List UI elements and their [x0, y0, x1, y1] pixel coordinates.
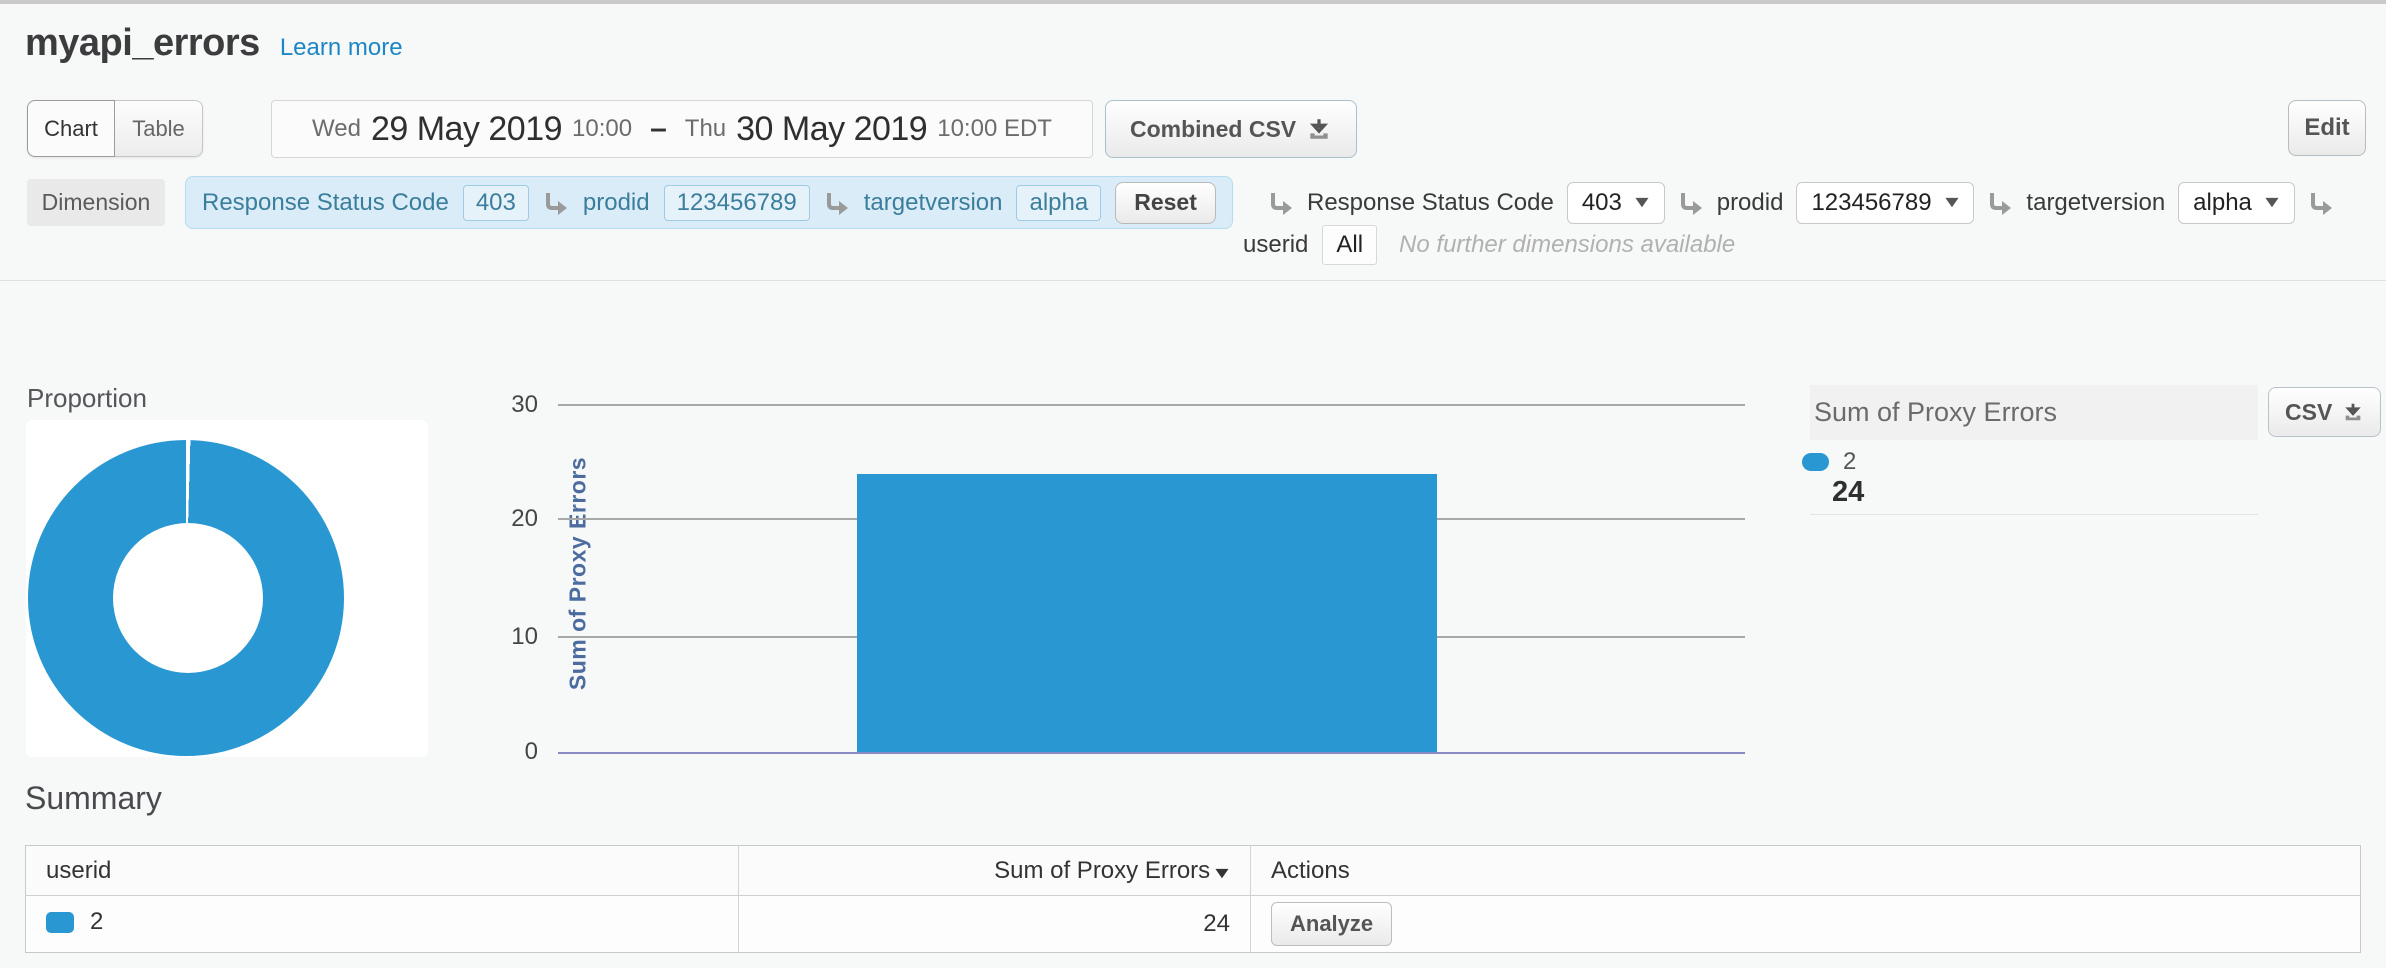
analyze-button[interactable]: Analyze — [1271, 902, 1392, 946]
legend-header: Sum of Proxy Errors — [1810, 385, 2258, 440]
combined-csv-button[interactable]: Combined CSV — [1105, 100, 1357, 158]
level-down-arrow-icon — [543, 190, 569, 216]
selector-dim-name: targetversion — [2026, 189, 2165, 217]
reset-button[interactable]: Reset — [1115, 182, 1216, 224]
edit-label: Edit — [2304, 114, 2349, 142]
start-day: Wed — [312, 115, 361, 143]
bar-userid-2[interactable] — [857, 474, 1437, 752]
download-icon — [2342, 401, 2364, 423]
next-dimension-row: userid All No further dimensions availab… — [1243, 222, 1735, 268]
view-toggle: Chart Table — [27, 100, 203, 157]
legend-divider — [1810, 514, 2258, 515]
tab-table[interactable]: Table — [115, 100, 203, 157]
legend-entry[interactable]: 2 — [1802, 448, 1856, 476]
next-dim-name: userid — [1243, 231, 1308, 259]
col-header-actions: Actions — [1251, 846, 2361, 896]
col-header-sum-label: Sum of Proxy Errors — [994, 857, 1210, 884]
top-strip — [0, 0, 2386, 4]
y-tick-0: 0 — [478, 738, 538, 766]
no-more-dimensions-text: No further dimensions available — [1399, 231, 1735, 259]
series-swatch — [46, 912, 74, 933]
analyze-label: Analyze — [1290, 911, 1373, 937]
gridline-30 — [558, 404, 1745, 406]
x-axis-baseline — [558, 752, 1745, 754]
date-range-separator: – — [650, 112, 667, 146]
csv-button[interactable]: CSV — [2268, 387, 2381, 437]
legend-entry-value: 24 — [1832, 476, 1864, 509]
chevron-down-icon: ▼ — [1631, 194, 1653, 212]
dimension-label: Dimension — [27, 179, 165, 226]
proportion-title: Proportion — [27, 383, 147, 414]
cell-actions: Analyze — [1251, 896, 2361, 953]
start-date: 29 May 2019 — [371, 110, 562, 149]
level-down-arrow-icon — [2308, 190, 2334, 216]
chevron-down-icon: ▼ — [1940, 194, 1962, 212]
proportion-card — [26, 420, 428, 757]
selector-dim-value: 123456789 — [1811, 189, 1931, 217]
next-dim-value: All — [1336, 231, 1363, 258]
selector-dropdown-response-status-code[interactable]: 403 ▼ — [1567, 182, 1665, 224]
donut-hole — [113, 523, 263, 673]
col-header-sum[interactable]: Sum of Proxy Errors▼ — [739, 846, 1251, 896]
tab-chart[interactable]: Chart — [27, 100, 115, 157]
legend-swatch — [1802, 453, 1829, 471]
start-time: 10:00 — [572, 115, 632, 143]
report-header: myapi_errors Learn more — [25, 22, 403, 65]
end-date: 30 May 2019 — [736, 110, 927, 149]
y-tick-10: 10 — [478, 623, 538, 651]
report-page: myapi_errors Learn more Chart Table Wed … — [0, 0, 2386, 968]
download-icon — [1306, 116, 1332, 142]
level-down-arrow-icon — [1268, 190, 1294, 216]
chevron-down-icon: ▼ — [2261, 194, 2283, 212]
applied-dim-value[interactable]: 123456789 — [664, 185, 810, 221]
cell-sum: 24 — [739, 896, 1251, 953]
sort-desc-icon: ▼ — [1211, 865, 1233, 883]
table-header-row: userid Sum of Proxy Errors▼ Actions — [26, 846, 2361, 896]
userid-value: 2 — [90, 908, 103, 936]
date-range-picker[interactable]: Wed 29 May 2019 10:00 – Thu 30 May 2019 … — [271, 100, 1093, 158]
end-day: Thu — [685, 115, 726, 143]
cell-userid: 2 — [26, 896, 739, 953]
level-down-arrow-icon — [1987, 190, 2013, 216]
donut-chart[interactable] — [28, 440, 344, 756]
edit-button[interactable]: Edit — [2288, 100, 2366, 156]
summary-title: Summary — [25, 780, 162, 817]
applied-dim-name[interactable]: targetversion — [864, 189, 1003, 217]
selector-dim-value: 403 — [1582, 189, 1622, 217]
selector-dropdown-targetversion[interactable]: alpha ▼ — [2178, 182, 2295, 224]
legend-entry-label: 2 — [1843, 448, 1856, 476]
learn-more-link[interactable]: Learn more — [280, 34, 403, 62]
y-axis-title: Sum of Proxy Errors — [565, 384, 592, 764]
selector-dim-name: prodid — [1717, 189, 1784, 217]
selector-dim-value: alpha — [2193, 189, 2252, 217]
applied-dim-value[interactable]: alpha — [1016, 185, 1101, 221]
combined-csv-label: Combined CSV — [1130, 116, 1296, 143]
applied-dimensions-pill: Response Status Code 403 prodid 12345678… — [185, 176, 1233, 229]
applied-dim-value[interactable]: 403 — [463, 185, 529, 221]
selector-dim-name: Response Status Code — [1307, 189, 1554, 217]
summary-table: userid Sum of Proxy Errors▼ Actions 2 24… — [25, 845, 2361, 953]
y-tick-20: 20 — [478, 505, 538, 533]
level-down-arrow-icon — [824, 190, 850, 216]
selector-dropdown-prodid[interactable]: 123456789 ▼ — [1796, 182, 1974, 224]
level-down-arrow-icon — [1678, 190, 1704, 216]
section-divider — [0, 280, 2386, 281]
applied-dim-name[interactable]: prodid — [583, 189, 650, 217]
end-time: 10:00 EDT — [937, 115, 1052, 143]
csv-label: CSV — [2285, 399, 2332, 426]
table-row: 2 24 Analyze — [26, 896, 2361, 953]
page-title: myapi_errors — [25, 22, 260, 65]
y-tick-30: 30 — [478, 391, 538, 419]
reset-label: Reset — [1134, 189, 1197, 216]
legend-title: Sum of Proxy Errors — [1814, 397, 2057, 428]
next-dim-value-box[interactable]: All — [1322, 225, 1377, 265]
applied-dim-name[interactable]: Response Status Code — [202, 189, 449, 217]
col-header-userid[interactable]: userid — [26, 846, 739, 896]
